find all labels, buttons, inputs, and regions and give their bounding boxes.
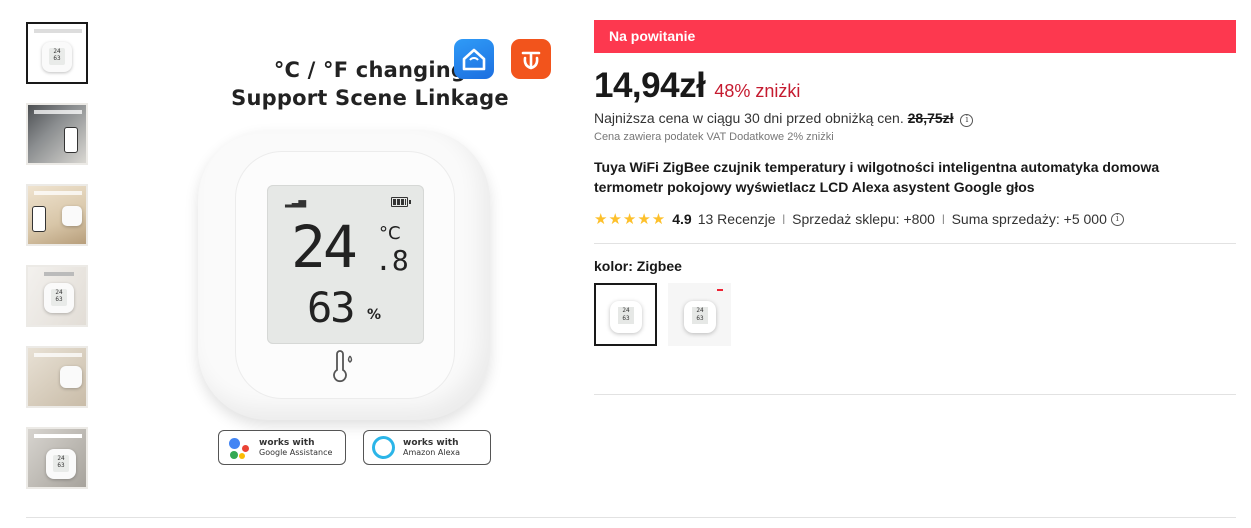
google-assistant-icon <box>227 436 251 460</box>
thermometer-icon <box>330 350 356 389</box>
headline-line-2: Support Scene Linkage <box>231 86 509 110</box>
thumbnail-1[interactable]: 24 63 <box>26 22 88 84</box>
store-sales: Sprzedaż sklepu: +800 <box>792 211 935 227</box>
variant-device-image: 24 63 <box>684 301 716 333</box>
thumbnail-5[interactable] <box>26 346 88 408</box>
alexa-badge-text: works with Amazon Alexa <box>403 437 460 457</box>
alexa-badge-line1: works with <box>403 437 459 448</box>
rating-row: ★★★★★ 4.9 13 Recenzje | Sprzedaż sklepu:… <box>594 210 1236 228</box>
google-badge-line2: Google Assistance <box>259 447 333 457</box>
variant-tag-mark <box>717 289 723 291</box>
color-label: kolor: Zigbee <box>594 258 682 274</box>
thumbnail-2[interactable] <box>26 103 88 165</box>
google-assistant-badge: works with Google Assistance <box>218 430 346 465</box>
tuya-app-icon <box>511 39 551 79</box>
thumbnail-caption <box>34 191 82 195</box>
thumbnail-device-image: 24 63 <box>44 283 74 313</box>
color-variants: 24 63 24 63 <box>594 283 1236 346</box>
thumbnail-caption <box>34 434 82 438</box>
battery-icon <box>391 197 411 207</box>
variant-wifi[interactable]: 24 63 <box>668 283 731 346</box>
current-price: 14,94zł <box>594 66 706 105</box>
alexa-badge-line2: Amazon Alexa <box>403 447 460 457</box>
alexa-badge: works with Amazon Alexa <box>363 430 491 465</box>
total-sales: Suma sprzedaży: +5 000 <box>951 211 1107 227</box>
thumbnail-caption <box>34 29 82 33</box>
lcd-temperature-unit: °C <box>379 223 401 244</box>
home-app-icon <box>454 39 494 79</box>
signal-icon: ▂▃▅ <box>285 197 306 208</box>
price-row: 14,94zł 48% zniżki <box>594 66 1236 106</box>
thumbnail-device-image: 24 63 <box>46 449 76 479</box>
lcd-display: ▂▃▅ 24 °C .8 63 % <box>267 185 424 344</box>
lcd-humidity: 63 <box>307 283 356 332</box>
bottom-divider <box>26 517 1236 518</box>
main-product-image[interactable]: °C / °F changing Support Scene Linkage ▂… <box>160 22 560 472</box>
google-badge-text: works with Google Assistance <box>259 437 333 457</box>
thumbnail-4[interactable]: 24 63 <box>26 265 88 327</box>
product-info: Na powitanie 14,94zł 48% zniżki Najniższ… <box>594 20 1236 395</box>
variant-zigbee[interactable]: 24 63 <box>594 283 657 346</box>
lowest-price-note: Najniższa cena w ciągu 30 dni przed obni… <box>594 110 1236 127</box>
discount-label: 48% zniżki <box>714 81 801 101</box>
thumbnail-strip: 24 63 24 63 24 63 <box>26 22 90 508</box>
alexa-icon <box>372 436 395 459</box>
rating-value: 4.9 <box>672 211 692 227</box>
lcd-humidity-unit: % <box>367 307 382 323</box>
star-rating-icon[interactable]: ★★★★★ <box>594 210 666 228</box>
thumbnail-device-image <box>62 206 82 226</box>
sensor-device: ▂▃▅ 24 °C .8 63 % <box>198 130 490 420</box>
thumbnail-phone-image <box>64 127 78 153</box>
info-icon[interactable]: i <box>960 114 974 127</box>
thumbnail-device-image: 24 63 <box>42 42 72 72</box>
lowest-price-text: Najniższa cena w ciągu 30 dni przed obni… <box>594 110 904 126</box>
divider <box>594 243 1236 244</box>
info-icon[interactable]: i <box>1110 212 1124 226</box>
thumbnail-device-image <box>60 366 82 388</box>
lcd-temperature: 24 <box>291 213 358 281</box>
separator: | <box>782 213 786 225</box>
vat-note: Cena zawiera podatek VAT Dodatkowe 2% zn… <box>594 131 834 143</box>
thumbnail-6[interactable]: 24 63 <box>26 427 88 489</box>
lcd-temperature-decimal: .8 <box>375 244 409 277</box>
google-badge-line1: works with <box>259 437 315 448</box>
variant-device-image: 24 63 <box>610 301 642 333</box>
reviews-link[interactable]: 13 Recenzje <box>698 211 776 227</box>
thumbnail-phone-image <box>32 206 46 232</box>
thumbnail-caption <box>34 110 82 114</box>
old-price: 28,75zł <box>907 110 954 126</box>
divider <box>594 394 1236 395</box>
thumbnail-caption <box>34 353 82 357</box>
separator: | <box>941 213 945 225</box>
product-title: Tuya WiFi ZigBee czujnik temperatury i w… <box>594 159 1160 195</box>
promo-banner: Na powitanie <box>594 20 1236 53</box>
thumbnail-3[interactable] <box>26 184 88 246</box>
thumbnail-caption <box>44 272 74 276</box>
